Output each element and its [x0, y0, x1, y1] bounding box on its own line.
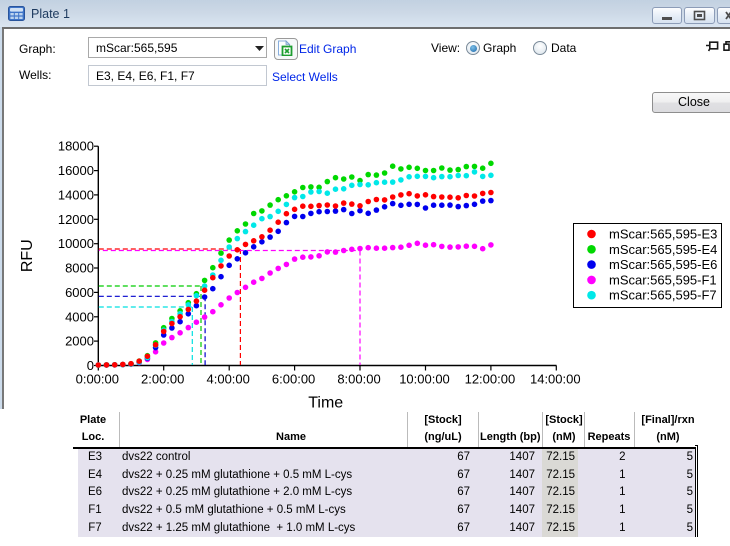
- svg-text:6000: 6000: [65, 285, 94, 300]
- svg-text:mScar:565,595-E3: mScar:565,595-E3: [609, 227, 717, 242]
- svg-text:8:00:00: 8:00:00: [337, 372, 380, 387]
- svg-text:mScar:565,595-E6: mScar:565,595-E6: [609, 257, 717, 272]
- svg-text:12000: 12000: [58, 212, 94, 227]
- svg-text:4:00:00: 4:00:00: [207, 372, 250, 387]
- svg-text:16000: 16000: [58, 163, 94, 178]
- svg-text:2:00:00: 2:00:00: [141, 372, 184, 387]
- svg-text:12:00:00: 12:00:00: [465, 372, 516, 387]
- svg-text:8000: 8000: [65, 261, 94, 276]
- svg-text:18000: 18000: [58, 139, 94, 154]
- svg-text:mScar:565,595-F7: mScar:565,595-F7: [609, 288, 717, 303]
- svg-text:0:00:00: 0:00:00: [76, 372, 119, 387]
- svg-text:2000: 2000: [65, 334, 94, 349]
- svg-text:Time: Time: [308, 395, 343, 412]
- svg-text:14000: 14000: [58, 187, 94, 202]
- svg-text:6:00:00: 6:00:00: [272, 372, 315, 387]
- svg-text:10:00:00: 10:00:00: [399, 372, 450, 387]
- svg-text:mScar:565,595-E4: mScar:565,595-E4: [609, 242, 717, 257]
- svg-text:4000: 4000: [65, 309, 94, 324]
- svg-text:RFU: RFU: [19, 239, 36, 272]
- svg-text:mScar:565,595-F1: mScar:565,595-F1: [609, 272, 717, 287]
- svg-text:14:00:00: 14:00:00: [530, 372, 581, 387]
- svg-text:10000: 10000: [58, 236, 94, 251]
